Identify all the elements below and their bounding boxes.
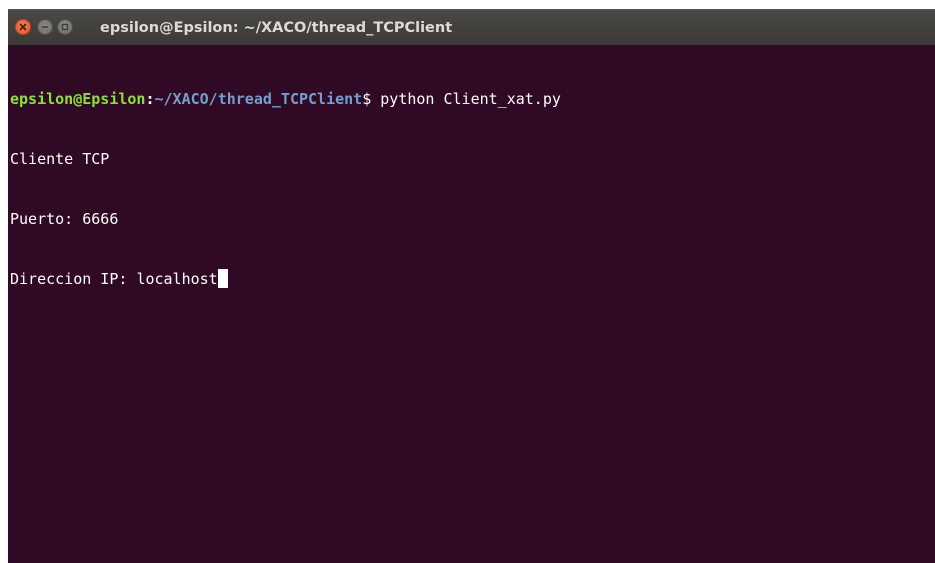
input-value[interactable]: localhost (136, 270, 217, 288)
title-bar[interactable]: epsilon@Epsilon: ~/XACO/thread_TCPClient (8, 9, 935, 45)
prompt-line: epsilon@Epsilon:~/XACO/thread_TCPClient$… (10, 89, 930, 109)
input-label: Direccion IP: (10, 270, 137, 288)
output-line: Cliente TCP (10, 150, 110, 168)
terminal-window: epsilon@Epsilon: ~/XACO/thread_TCPClient… (8, 9, 935, 563)
close-button[interactable] (15, 19, 31, 35)
command-text: python Client_xat.py (371, 90, 561, 108)
minimize-icon (41, 26, 49, 28)
output-line: Puerto: 6666 (10, 210, 119, 228)
prompt-symbol: $ (362, 90, 372, 108)
prompt-separator: : (145, 90, 155, 108)
prompt-path: ~/XACO/thread_TCPClient (154, 90, 363, 108)
maximize-button[interactable] (57, 19, 73, 35)
window-title: epsilon@Epsilon: ~/XACO/thread_TCPClient (100, 20, 453, 36)
terminal-content[interactable]: epsilon@Epsilon:~/XACO/thread_TCPClient$… (10, 49, 930, 559)
text-cursor (217, 269, 228, 288)
maximize-icon (61, 23, 69, 31)
prompt-user-host: epsilon@Epsilon (10, 90, 146, 108)
minimize-button[interactable] (37, 19, 53, 35)
close-icon (19, 23, 27, 31)
input-line[interactable]: Direccion IP: localhost (10, 269, 930, 289)
